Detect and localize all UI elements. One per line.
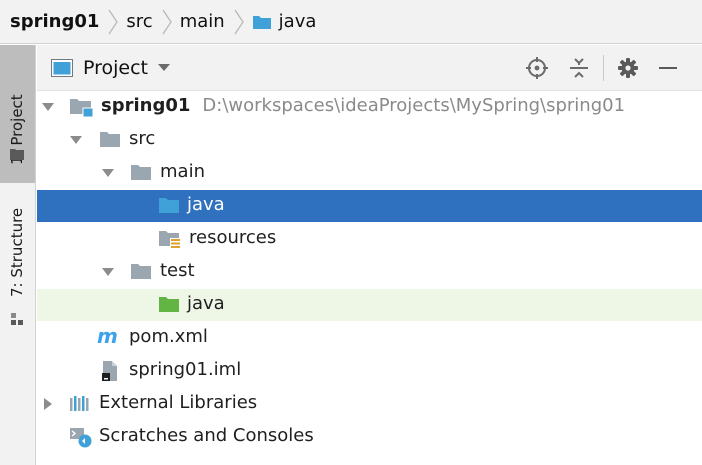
tree-node-label: spring01 D:\workspaces\ideaProjects\MySpr…	[101, 95, 625, 116]
hide-icon	[659, 67, 677, 69]
tree-node-external-libraries[interactable]: External Libraries	[37, 388, 702, 420]
tab-project[interactable]: 1: Project	[0, 45, 35, 183]
project-name: spring01	[101, 95, 191, 116]
tree-node-label: main	[160, 161, 205, 182]
project-view-icon	[51, 58, 73, 77]
expanded-arrow-icon[interactable]	[69, 133, 83, 147]
tree-node-resources[interactable]: resources	[37, 223, 702, 255]
breadcrumb-item-src[interactable]: src	[126, 0, 152, 43]
breadcrumb-item-main[interactable]: main	[180, 0, 225, 43]
tree-node-label: resources	[189, 227, 277, 248]
tree-node-label: java	[187, 293, 225, 314]
svg-text:m: m	[97, 327, 118, 347]
scratches-icon	[70, 428, 92, 448]
tree-node-test[interactable]: test	[37, 256, 702, 288]
gear-icon	[618, 58, 638, 78]
tree-node-src[interactable]: src	[37, 124, 702, 156]
tree-node-pom[interactable]: m pom.xml	[37, 322, 702, 354]
breadcrumb-label: java	[278, 11, 317, 32]
chevron-right-icon	[234, 9, 244, 34]
source-folder-icon	[159, 198, 179, 213]
expanded-arrow-icon[interactable]	[101, 166, 115, 180]
collapse-all-button[interactable]	[565, 54, 593, 82]
tree-node-label: src	[129, 128, 156, 149]
chevron-down-icon	[158, 63, 171, 71]
tree-node-test-java[interactable]: java	[37, 289, 702, 321]
source-folder-icon	[252, 15, 271, 29]
settings-button[interactable]	[614, 54, 642, 82]
folder-icon	[10, 149, 24, 160]
breadcrumb: spring01 src main java	[0, 0, 702, 44]
locate-icon	[526, 57, 548, 79]
file-icon	[102, 361, 117, 381]
tool-window-strip: 1: Project 7: Structure	[0, 45, 36, 465]
folder-icon	[131, 165, 151, 180]
breadcrumb-label: src	[126, 11, 153, 32]
folder-icon	[131, 264, 151, 279]
structure-icon	[11, 313, 23, 325]
expanded-arrow-icon[interactable]	[41, 100, 55, 114]
collapsed-arrow-icon[interactable]	[41, 397, 55, 411]
tree-node-label: spring01.iml	[129, 359, 242, 380]
maven-icon: m	[97, 327, 118, 347]
tree-node-label: pom.xml	[129, 326, 208, 347]
expanded-arrow-icon[interactable]	[101, 265, 115, 279]
module-folder-icon	[70, 99, 94, 118]
toolbar-divider	[603, 55, 604, 81]
tree-node-label: External Libraries	[99, 392, 258, 413]
library-icon	[70, 396, 89, 411]
tree-node-label: Scratches and Consoles	[99, 425, 314, 446]
tab-structure[interactable]: 7: Structure	[0, 185, 35, 335]
breadcrumb-label: main	[179, 11, 225, 32]
tree-node-main[interactable]: main	[37, 157, 702, 189]
breadcrumb-item-project[interactable]: spring01	[10, 0, 99, 43]
tree-node-iml[interactable]: spring01.iml	[37, 355, 702, 387]
tree-node-main-java[interactable]: java	[37, 190, 702, 222]
view-selector-label: Project	[83, 56, 149, 79]
project-panel-header: Project	[37, 45, 702, 91]
tree-node-label: test	[160, 260, 195, 281]
breadcrumb-label: spring01	[10, 11, 100, 32]
collapse-all-icon	[570, 58, 588, 78]
resources-folder-icon	[159, 231, 181, 249]
chevron-right-icon	[162, 9, 172, 34]
tab-structure-label: 7: Structure	[8, 207, 26, 297]
tree-node-root[interactable]: spring01 D:\workspaces\ideaProjects\MySpr…	[37, 91, 702, 123]
project-path: D:\workspaces\ideaProjects\MySpring\spri…	[202, 95, 626, 116]
chevron-right-icon	[108, 9, 119, 34]
tree-node-scratches[interactable]: Scratches and Consoles	[37, 421, 702, 453]
breadcrumb-item-java[interactable]: java	[252, 0, 317, 43]
header-toolbar	[523, 45, 682, 91]
folder-icon	[100, 132, 120, 147]
hide-panel-button[interactable]	[654, 54, 682, 82]
view-selector-dropdown[interactable]: Project	[51, 56, 171, 79]
locate-button[interactable]	[523, 54, 551, 82]
test-folder-icon	[159, 297, 179, 312]
tree-node-label: java	[187, 194, 225, 215]
project-tree: spring01 D:\workspaces\ideaProjects\MySpr…	[37, 91, 702, 465]
